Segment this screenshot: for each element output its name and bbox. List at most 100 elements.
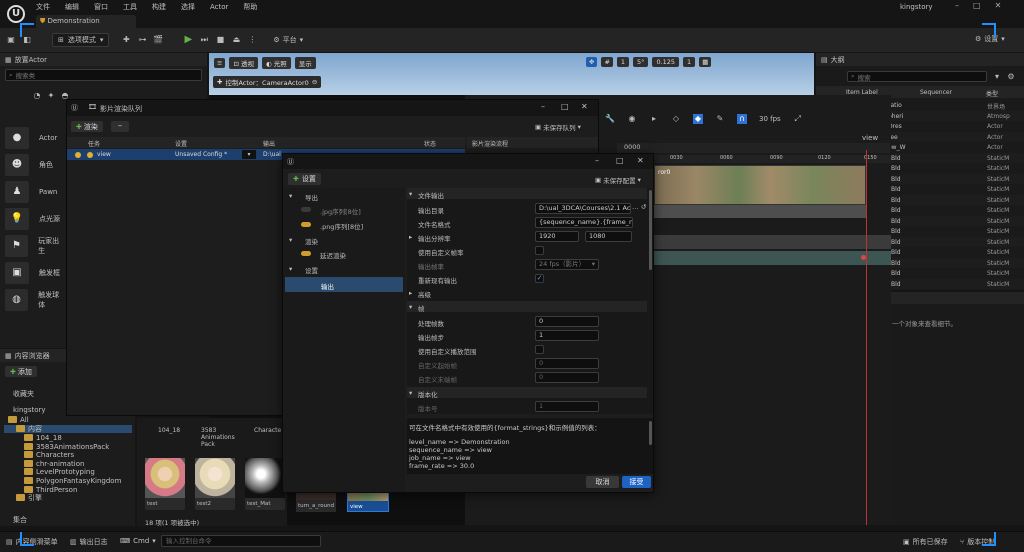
queue-close-icon[interactable]: ✕ <box>581 102 588 111</box>
tree-folder[interactable]: chr-animation <box>4 459 132 468</box>
snap-icon[interactable]: ∩ <box>737 114 747 124</box>
outliner-col-sequencer[interactable]: Sequencer <box>920 89 952 96</box>
asset-thumb-view[interactable]: view <box>347 490 389 512</box>
collections-label[interactable]: 集合 <box>13 515 27 525</box>
eject-icon[interactable]: ⏏ <box>231 35 241 45</box>
tree-jpg[interactable]: .jpg序列[8位] <box>320 206 361 216</box>
overwrite-checkbox[interactable]: ✓ <box>535 274 544 283</box>
cinematics-icon[interactable]: 🎬 <box>153 35 163 45</box>
tree-engine[interactable]: 引擎 <box>4 494 132 502</box>
add-setting-button[interactable]: ✚ 设置 <box>288 173 321 185</box>
add-button[interactable]: ✚ 添加 <box>5 366 37 377</box>
tree-folder[interactable]: Characters <box>4 451 132 459</box>
tree-all[interactable]: All <box>4 416 132 424</box>
reset-icon[interactable]: ↺ <box>641 203 646 211</box>
job-enabled-dot[interactable] <box>75 152 81 158</box>
show-button[interactable]: 显示 <box>294 57 316 69</box>
tree-png[interactable]: .png序列[8位] <box>320 221 363 231</box>
asset-thumb-turn-around[interactable]: turn_a_round <box>296 490 336 512</box>
output-dir-field[interactable]: D:\ual_3DCA\Courses\2.1 Act <box>535 203 631 214</box>
pilot-actor-badge[interactable]: ✚ 控制Actor：CameraActor0 ⊖ <box>213 76 322 88</box>
custom-fps-checkbox[interactable] <box>535 246 544 255</box>
start-frame-field[interactable]: 0 <box>535 358 599 369</box>
output-log-button[interactable]: ▥ 输出日志 <box>70 537 108 547</box>
console-input[interactable]: 输入控制台命令 <box>161 535 321 547</box>
cancel-button[interactable]: 取消 <box>586 476 619 488</box>
viewport-menu-button[interactable]: ≡ <box>214 58 226 68</box>
playback-icon[interactable]: ▸ <box>649 114 659 124</box>
eject-pilot-icon[interactable]: ⊖ <box>312 78 317 86</box>
viewport-layout-icon[interactable]: ▦ <box>699 57 712 67</box>
platform-button[interactable]: ⚙ 平台 ▾ <box>273 35 303 45</box>
viewport[interactable]: ≡ ⊡ 透视 ◐ 光照 显示 ✚ 控制Actor：CameraActor0 ⊖ … <box>209 53 814 95</box>
grid-snap-icon[interactable]: # <box>601 57 613 67</box>
png-toggle[interactable] <box>301 222 311 227</box>
custom-range-checkbox[interactable] <box>535 345 544 354</box>
tree-folder[interactable]: 3583AnimationsPack <box>4 442 132 451</box>
menu-actor[interactable]: Actor <box>210 3 228 11</box>
advanced-arrow[interactable]: ▸ <box>409 289 412 297</box>
outliner-search-input[interactable]: ⌕ 搜索 <box>847 71 987 82</box>
deferred-toggle[interactable] <box>301 251 311 256</box>
menu-tools[interactable]: 工具 <box>123 2 137 12</box>
favorites-label[interactable]: 收藏夹 <box>13 389 34 399</box>
scale-snap-value[interactable]: 0.125 <box>652 57 680 67</box>
place-actors-tab[interactable]: ▦ 放置Actor <box>0 53 207 66</box>
outliner-col-type[interactable]: 类型 <box>986 89 998 98</box>
property-scrollbar[interactable] <box>649 190 652 270</box>
save-icon[interactable]: ▣ <box>6 35 16 45</box>
tree-export-arrow[interactable]: ▾ <box>289 192 292 200</box>
menu-select[interactable]: 选择 <box>181 2 195 12</box>
tree-folder[interactable]: LevelPrototyping <box>4 468 132 476</box>
actor-item[interactable]: ⚑ 玩家出生 <box>5 235 65 257</box>
filter-icon[interactable]: ▾ <box>992 72 1002 82</box>
actor-item[interactable]: ◍ 触发球体 <box>5 289 65 311</box>
asset-thumb-test2[interactable]: test2 <box>195 458 235 510</box>
camera-speed-value[interactable]: 1 <box>683 57 696 67</box>
add-actor-icon[interactable]: ✚ <box>121 35 131 45</box>
class-search-input[interactable]: ⌕ 搜索类 <box>5 69 202 81</box>
advanced-label[interactable]: 高级 <box>418 289 431 299</box>
tree-content[interactable]: 内容 <box>4 425 132 433</box>
basic-icon[interactable]: ✦ <box>46 91 56 101</box>
unsaved-config-button[interactable]: ▣ 未保存配置 ▾ <box>595 175 641 185</box>
shot-thumbnail-track[interactable]: ror0 <box>654 165 866 205</box>
section-versioning[interactable]: ▾ 版本化 <box>407 387 647 399</box>
close-icon[interactable]: ✕ <box>995 1 1002 10</box>
fps-label[interactable]: 30 fps <box>759 115 781 123</box>
play-icon[interactable]: ▶ <box>183 35 193 45</box>
key-icon[interactable]: ◇ <box>671 114 681 124</box>
asset-thumb-test[interactable]: test <box>145 458 185 510</box>
config-dropdown-icon[interactable]: ▾ <box>242 150 256 159</box>
tree-export[interactable]: 导出 <box>305 192 318 202</box>
res-x-field[interactable]: 1920 <box>535 231 579 242</box>
filename-field[interactable]: {sequence_name}.{frame_number} <box>535 217 633 228</box>
settings-icon[interactable]: ⚙ <box>1006 72 1016 82</box>
lit-button[interactable]: ◐ 光照 <box>261 57 291 69</box>
job-name[interactable]: view <box>97 151 111 158</box>
tree-deferred[interactable]: 延迟渲染 <box>320 250 346 260</box>
col-status[interactable]: 状态 <box>424 139 436 148</box>
help-scrollbar[interactable] <box>649 421 652 445</box>
end-frame-field[interactable]: 0 <box>535 372 599 383</box>
menu-edit[interactable]: 编辑 <box>65 2 79 12</box>
asset-thumb-test-mat[interactable]: test_Mat <box>245 458 285 510</box>
outliner-tab[interactable]: ▤ 大纲 <box>816 53 1024 66</box>
blueprint-icon[interactable]: ⊶ <box>137 35 147 45</box>
stop-icon[interactable]: ■ <box>215 35 225 45</box>
actor-item[interactable]: 💡 点光源 <box>5 208 60 230</box>
level-tab[interactable]: ⛊ Demonstration <box>36 15 136 28</box>
project-folder-label[interactable]: kingstory <box>13 406 46 414</box>
render-add-button[interactable]: ✚ 渲染 <box>71 121 103 132</box>
actor-item[interactable]: ▣ 触发框 <box>5 262 60 284</box>
queue-minimize-icon[interactable]: – <box>541 102 545 111</box>
config-maximize-icon[interactable]: □ <box>616 156 624 165</box>
version-field[interactable]: 1 <box>535 401 599 412</box>
tree-folder[interactable]: PolygonFantasyKingdom <box>4 477 132 485</box>
tree-folder[interactable]: 104_18 <box>4 434 132 442</box>
output-step-field[interactable]: 1 <box>535 330 599 341</box>
resolution-arrow[interactable]: ▸ <box>409 233 412 241</box>
menu-help[interactable]: 帮助 <box>243 2 257 12</box>
camera-cut-lane[interactable] <box>654 251 891 265</box>
cmd-dropdown[interactable]: ⌨ Cmd ▾ <box>120 537 156 545</box>
